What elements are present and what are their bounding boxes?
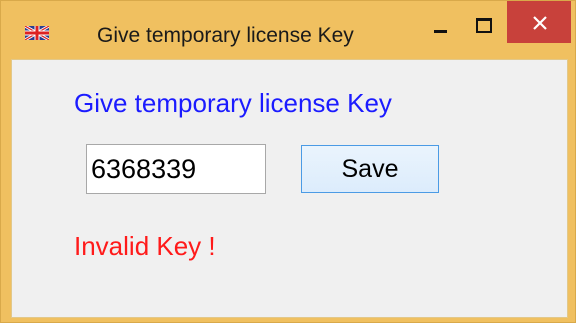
form-heading: Give temporary license Key [74,88,392,118]
maximize-icon [476,18,492,33]
dialog-body: Give temporary license Key Save Invalid … [11,59,568,318]
title-bar[interactable]: Give temporary license Key [1,1,575,59]
close-icon [533,16,547,30]
license-key-input[interactable] [86,144,266,194]
minimize-icon [434,30,447,33]
save-button[interactable]: Save [301,145,439,193]
window-title: Give temporary license Key [97,24,354,47]
close-button[interactable] [507,1,571,43]
minimize-button[interactable] [423,1,459,43]
maximize-button[interactable] [469,1,499,43]
uk-flag-icon[interactable] [24,24,50,42]
error-message: Invalid Key ! [74,231,216,261]
app-window: Give temporary license Key Give temporar… [0,0,576,323]
